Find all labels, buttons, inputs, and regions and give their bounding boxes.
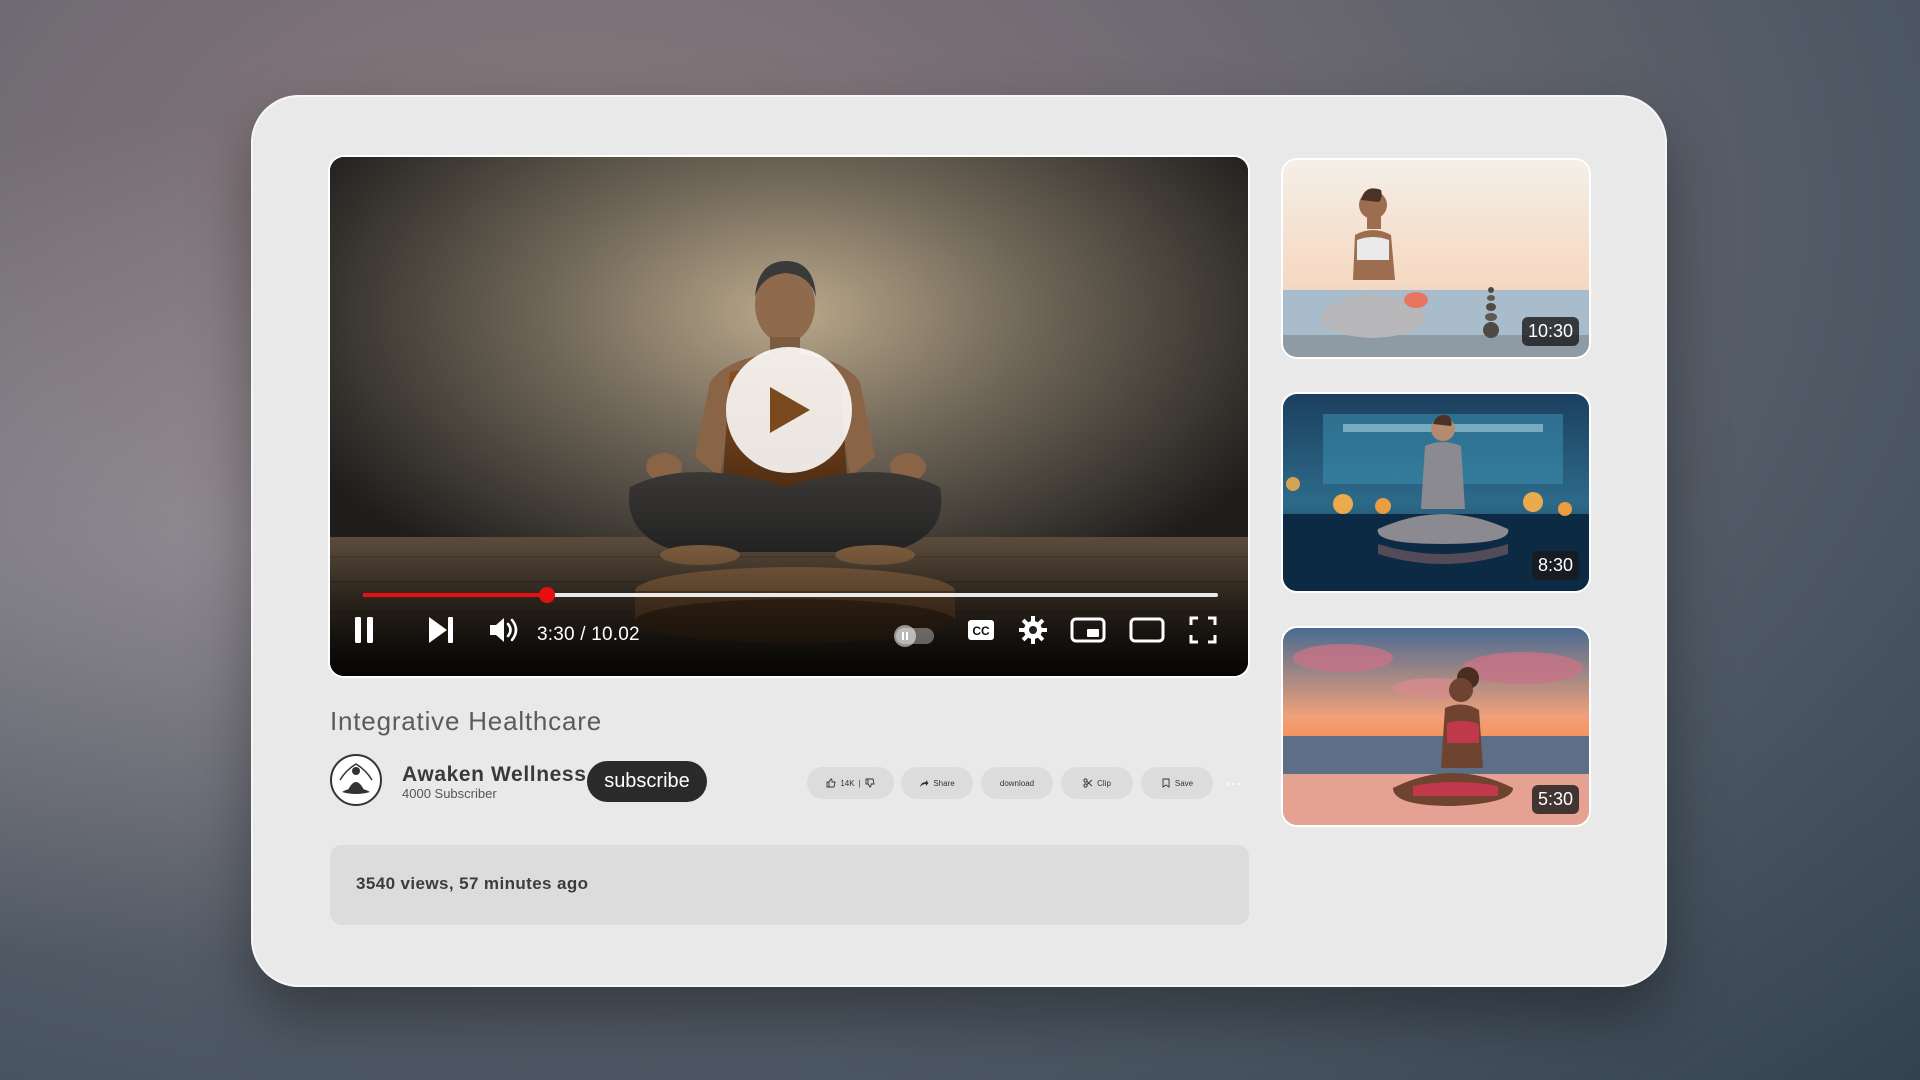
- subscribe-button[interactable]: subscribe: [587, 761, 707, 802]
- video-meta: 3540 views, 57 minutes ago: [356, 874, 589, 893]
- fullscreen-button[interactable]: [1188, 615, 1218, 645]
- share-icon: [920, 780, 929, 787]
- share-label: Share: [933, 778, 955, 788]
- divider: |: [858, 778, 861, 788]
- thumbs-down-icon: [865, 778, 875, 788]
- download-label: download: [999, 778, 1035, 788]
- sidebar-video-1[interactable]: 10:30: [1283, 160, 1589, 357]
- miniplayer-icon: [1070, 617, 1106, 643]
- like-count: 14K: [840, 778, 855, 788]
- video-player[interactable]: 3:30 / 10.02 CC: [330, 157, 1248, 676]
- gear-icon: [1019, 616, 1047, 644]
- cc-icon: CC: [968, 620, 994, 640]
- video-duration: 10:30: [1521, 317, 1579, 346]
- fullscreen-icon: [1189, 616, 1217, 644]
- video-title: Integrative Healthcare: [330, 706, 602, 736]
- autoplay-toggle[interactable]: [894, 625, 934, 647]
- volume-button[interactable]: [488, 615, 522, 645]
- time-display: 3:30 / 10.02: [537, 624, 640, 645]
- big-play-button[interactable]: [726, 347, 852, 473]
- download-button[interactable]: download: [981, 767, 1053, 799]
- bookmark-icon: [1162, 778, 1170, 788]
- volume-icon: [490, 618, 518, 642]
- progress-bar[interactable]: [363, 587, 1218, 603]
- pause-icon: [355, 617, 373, 643]
- clip-label: Clip: [1097, 778, 1111, 788]
- svg-text:CC: CC: [972, 624, 990, 638]
- subscriber-count: 4000 Subscriber: [402, 786, 497, 801]
- sidebar-video-3[interactable]: 5:30: [1283, 628, 1589, 825]
- pause-button[interactable]: [352, 615, 376, 645]
- settings-button[interactable]: [1018, 615, 1048, 645]
- captions-button[interactable]: CC: [966, 615, 996, 645]
- channel-name[interactable]: Awaken Wellness: [402, 763, 586, 787]
- share-button[interactable]: Share: [901, 767, 973, 799]
- controls-gradient: [330, 546, 1248, 676]
- channel-avatar[interactable]: [330, 754, 382, 806]
- play-icon: [770, 387, 810, 433]
- thumbs-up-icon: [826, 778, 836, 788]
- progress-scrubber[interactable]: [538, 587, 555, 603]
- clip-button[interactable]: Clip: [1061, 767, 1133, 799]
- description-box[interactable]: 3540 views, 57 minutes ago: [330, 845, 1249, 925]
- save-label: Save: [1174, 778, 1194, 788]
- miniplayer-button[interactable]: [1070, 615, 1106, 645]
- more-actions-button[interactable]: ...: [1225, 769, 1243, 790]
- sidebar-video-2[interactable]: 8:30: [1283, 394, 1589, 591]
- skip-next-icon: [429, 617, 453, 643]
- save-button[interactable]: Save: [1141, 767, 1213, 799]
- video-duration: 8:30: [1531, 551, 1579, 580]
- next-button[interactable]: [426, 615, 456, 645]
- lotus-meditation-logo-icon: [339, 763, 373, 794]
- theater-mode-button[interactable]: [1128, 615, 1166, 645]
- scissors-icon: [1083, 778, 1093, 788]
- progress-played: [363, 593, 547, 597]
- autoplay-pause-icon: [894, 625, 916, 647]
- like-dislike-group[interactable]: 14K |: [807, 767, 894, 799]
- video-duration: 5:30: [1531, 785, 1579, 814]
- theater-icon: [1129, 617, 1165, 643]
